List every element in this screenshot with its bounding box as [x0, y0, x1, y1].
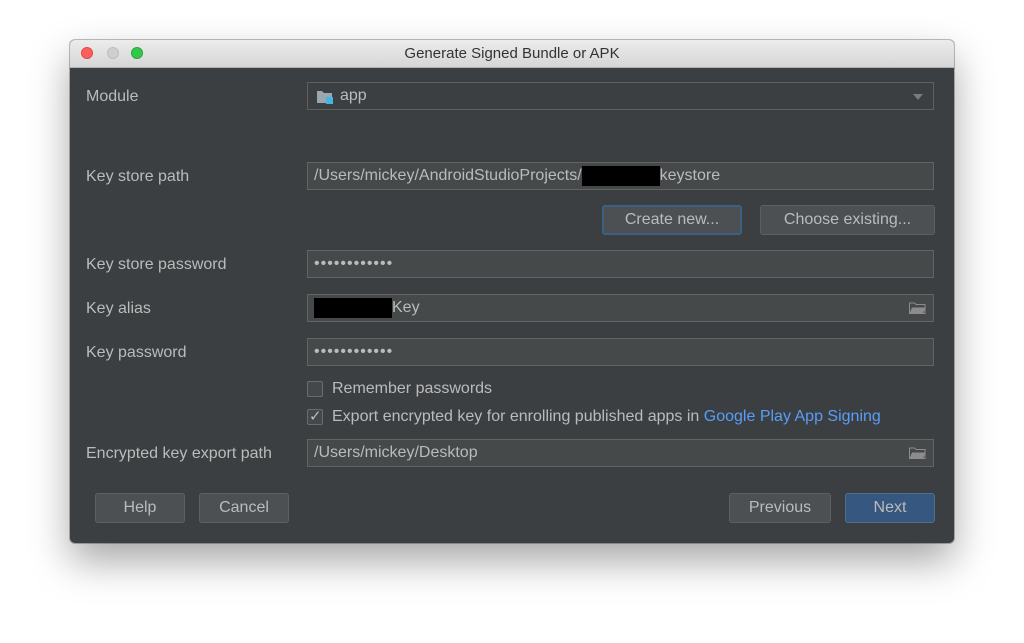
keystore-password-label: Key store password — [86, 256, 227, 273]
export-key-label-row: Export encrypted key for enrolling publi… — [332, 408, 881, 426]
export-path-label: Encrypted key export path — [86, 445, 272, 462]
redacted-block — [314, 297, 392, 318]
title-bar: Generate Signed Bundle or APK — [70, 40, 954, 68]
keystore-path-label: Key store path — [86, 168, 190, 185]
keystore-path-input[interactable]: /Users/mickey/AndroidStudioProjects/keys… — [307, 162, 934, 190]
key-alias-label: Key alias — [86, 300, 151, 317]
export-path-input[interactable]: /Users/mickey/Desktop — [307, 439, 934, 467]
remember-passwords-label: Remember passwords — [332, 380, 493, 397]
export-key-label: Export encrypted key for enrolling publi… — [332, 408, 700, 425]
module-label: Module — [86, 88, 139, 105]
key-alias-input[interactable]: Key — [307, 294, 934, 322]
dialog-window: Generate Signed Bundle or APK Module app… — [70, 40, 954, 543]
redacted-block — [581, 165, 660, 186]
previous-button[interactable]: Previous — [729, 493, 831, 523]
chevron-down-icon — [913, 94, 923, 100]
create-new-button[interactable]: Create new... — [602, 205, 742, 235]
cancel-button[interactable]: Cancel — [199, 493, 289, 523]
keystore-path-suffix: keystore — [659, 167, 721, 184]
module-value: app — [340, 87, 367, 104]
checkmark-icon: ✓ — [309, 408, 322, 425]
keystore-path-prefix: /Users/mickey/AndroidStudioProjects/ — [314, 167, 582, 184]
next-button[interactable]: Next — [845, 493, 935, 523]
google-play-app-signing-link[interactable]: Google Play App Signing — [704, 408, 881, 425]
folder-icon[interactable] — [909, 302, 926, 314]
export-path-value: /Users/mickey/Desktop — [314, 444, 478, 461]
export-key-checkbox[interactable]: ✓ — [307, 408, 323, 425]
module-folder-icon — [317, 91, 333, 104]
window-title: Generate Signed Bundle or APK — [404, 45, 620, 62]
module-select[interactable]: app — [307, 82, 934, 110]
key-alias-suffix: Key — [392, 299, 420, 316]
folder-icon[interactable] — [909, 447, 926, 459]
remember-passwords-checkbox[interactable] — [307, 381, 323, 397]
key-password-input[interactable]: •••••••••••• — [307, 338, 934, 366]
key-password-label: Key password — [86, 344, 187, 361]
help-button[interactable]: Help — [95, 493, 185, 523]
choose-existing-button[interactable]: Choose existing... — [760, 205, 935, 235]
keystore-password-input[interactable]: •••••••••••• — [307, 250, 934, 278]
